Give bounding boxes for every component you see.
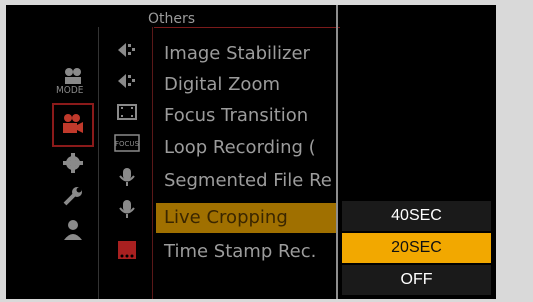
popup-divider xyxy=(336,5,338,299)
column-divider xyxy=(98,27,99,299)
option-20sec[interactable]: 20SEC xyxy=(342,233,491,263)
mic-icon xyxy=(112,196,142,222)
film-icon xyxy=(112,99,142,125)
option-40sec[interactable]: 40SEC xyxy=(342,201,491,231)
camera-menu-screen: Others MODE FOCUS Image Stabilizer Digit… xyxy=(0,0,533,302)
stabilizer-icon xyxy=(112,37,142,63)
menu-frame: Others MODE FOCUS Image Stabilizer Digit… xyxy=(6,5,496,299)
menu-item-time-stamp-rec[interactable]: Time Stamp Rec. xyxy=(164,241,316,262)
wrench-icon[interactable] xyxy=(58,183,88,209)
header-underline xyxy=(154,27,340,28)
rec-icon xyxy=(112,237,142,263)
movie-camera-icon[interactable] xyxy=(58,111,88,137)
gear-icon[interactable] xyxy=(58,150,88,176)
menu-item-segmented-file[interactable]: Segmented File Re xyxy=(164,170,332,191)
user-icon[interactable] xyxy=(58,217,88,243)
focus-text: FOCUS xyxy=(115,140,140,148)
focus-icon: FOCUS xyxy=(112,130,142,156)
option-popup: 40SEC 20SEC OFF xyxy=(342,199,496,299)
right-bezel xyxy=(496,0,533,302)
category-header: Others xyxy=(148,11,196,27)
menu-item-live-cropping[interactable]: Live Cropping xyxy=(164,207,288,228)
menu-item-digital-zoom[interactable]: Digital Zoom xyxy=(164,74,280,95)
option-off[interactable]: OFF xyxy=(342,265,491,295)
zoom-icon xyxy=(112,68,142,94)
item-column-divider xyxy=(152,27,153,299)
menu-item-loop-recording[interactable]: Loop Recording ( xyxy=(164,137,316,158)
mic-icon xyxy=(112,164,142,190)
menu-item-image-stabilizer[interactable]: Image Stabilizer xyxy=(164,43,310,64)
creative-mode-icon[interactable] xyxy=(58,63,88,89)
menu-item-focus-transition[interactable]: Focus Transition xyxy=(164,105,308,126)
